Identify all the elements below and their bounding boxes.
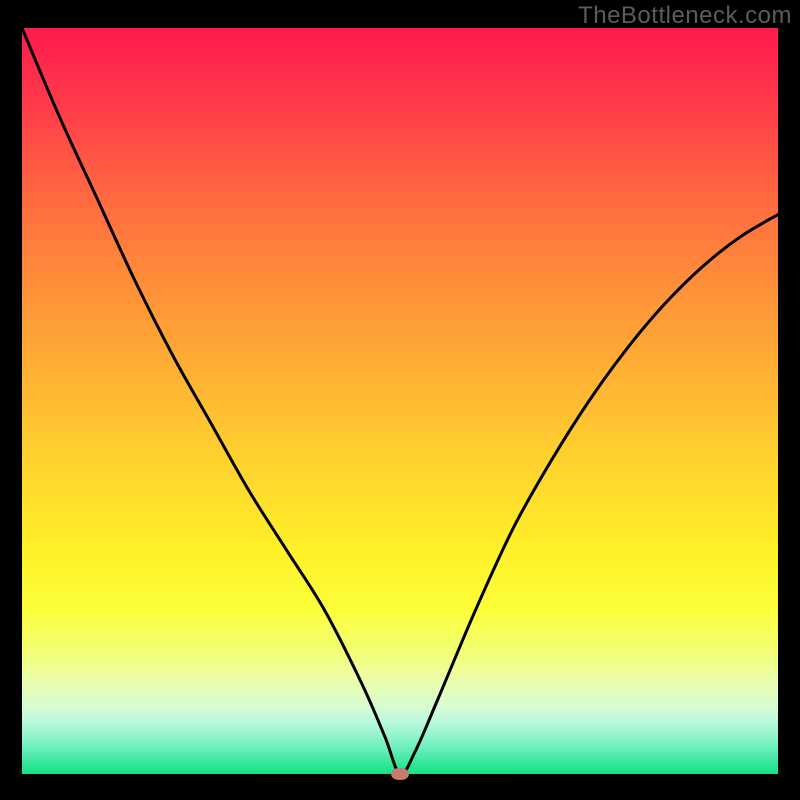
optimal-point-marker (391, 768, 409, 780)
watermark-text: TheBottleneck.com (578, 2, 792, 30)
plot-area (22, 28, 778, 774)
bottleneck-curve (22, 28, 778, 774)
chart-stage: TheBottleneck.com (0, 0, 800, 800)
